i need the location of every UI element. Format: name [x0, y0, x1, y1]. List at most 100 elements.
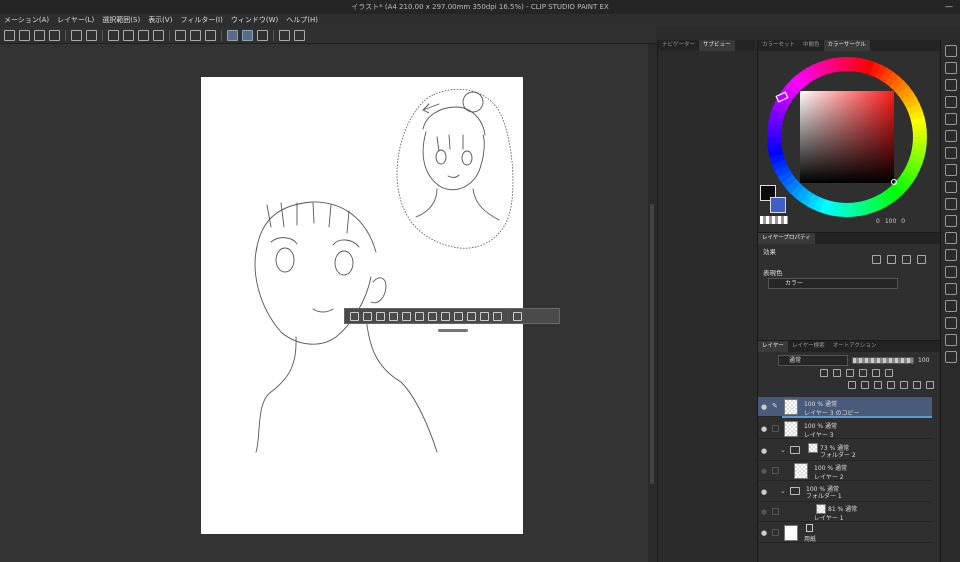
border-effect-icon[interactable] — [872, 255, 881, 264]
image-icon[interactable] — [944, 232, 957, 244]
layer-checkbox[interactable] — [772, 508, 779, 515]
scale-rotate-icon[interactable] — [153, 29, 164, 41]
fill-icon[interactable] — [138, 29, 149, 41]
folder-row-2[interactable]: ● ⌄ 73 % 通常 フォルダー 2 — [758, 441, 932, 461]
clip-layer-icon[interactable] — [846, 369, 854, 377]
layer-checkbox[interactable] — [772, 425, 779, 432]
paper-layer-row[interactable]: ● 用紙 — [758, 523, 932, 543]
chevron-down-icon[interactable]: ⌄ — [780, 446, 786, 454]
layer-row-3-copy[interactable]: ● ✎ 100 % 通常 レイヤー 3 のコピー — [758, 397, 932, 418]
new-tone-icon[interactable] — [493, 311, 502, 321]
layer-lock-icon[interactable] — [820, 369, 828, 377]
new-vector-layer-icon[interactable] — [861, 381, 869, 389]
scale-rotate-icon[interactable] — [467, 311, 476, 321]
menu-layer[interactable]: レイヤー(L) — [53, 14, 98, 27]
cut-icon[interactable] — [441, 311, 450, 321]
companion-icon[interactable] — [294, 29, 305, 41]
tab-subview[interactable]: サブビュー — [699, 40, 735, 51]
snap-special-ruler-icon[interactable] — [242, 29, 253, 41]
invert-icon[interactable] — [376, 311, 385, 321]
launcher-drag-handle[interactable] — [438, 329, 468, 332]
hue-segment[interactable] — [912, 130, 927, 139]
tab-intermediate-color[interactable]: 中間色 — [799, 40, 824, 51]
page-icon[interactable] — [944, 317, 957, 329]
watercolor-edge-icon[interactable] — [887, 255, 896, 264]
layer-row-2[interactable]: ● 100 % 通常 レイヤー 2 — [758, 461, 932, 481]
canvas-vertical-scrollbar[interactable] — [648, 44, 656, 562]
cloud-icon[interactable] — [944, 351, 957, 363]
new-raster-layer-icon[interactable] — [848, 381, 856, 389]
info-icon[interactable] — [944, 164, 957, 176]
export-icon[interactable] — [49, 29, 60, 41]
eye-icon[interactable]: ● — [761, 425, 767, 433]
clear-icon[interactable] — [415, 311, 424, 321]
minimize-button[interactable]: — — [938, 0, 960, 14]
redo-icon[interactable] — [86, 29, 97, 41]
new-folder-icon[interactable] — [874, 381, 882, 389]
menu-help[interactable]: ヘルプ(H) — [282, 14, 322, 27]
hue-segment[interactable] — [767, 135, 782, 144]
palette-icon[interactable] — [944, 181, 957, 193]
folder-icon[interactable] — [944, 198, 957, 210]
deselect-icon[interactable] — [350, 311, 359, 321]
clear-icon[interactable] — [108, 29, 119, 41]
mask-icon[interactable] — [913, 381, 921, 389]
layer-icon[interactable] — [944, 147, 957, 159]
launcher-settings-icon[interactable] — [513, 311, 522, 321]
folder-row-1[interactable]: ● ⌄ 100 % 通常 フォルダー 1 — [758, 482, 932, 502]
fill-icon[interactable] — [480, 311, 489, 321]
tab-auto-action[interactable]: オートアクション — [829, 341, 881, 352]
menu-selection[interactable]: 選択範囲(S) — [98, 14, 144, 27]
tab-layer-property[interactable]: レイヤープロパティ — [758, 233, 815, 244]
chevron-down-icon[interactable]: ⌄ — [780, 487, 786, 495]
tab-color-set[interactable]: カラーセット — [758, 40, 799, 51]
menu-view[interactable]: 表示(V) — [144, 14, 176, 27]
shapes-icon[interactable] — [944, 215, 957, 227]
new-icon[interactable] — [4, 29, 15, 41]
search-icon[interactable] — [944, 113, 957, 125]
clear-outside-icon[interactable] — [428, 311, 437, 321]
deselect-icon[interactable] — [175, 29, 186, 41]
grid-icon[interactable] — [944, 283, 957, 295]
clear-outside-icon[interactable] — [123, 29, 134, 41]
clear-outside-icon[interactable] — [363, 311, 372, 321]
eye-icon[interactable]: ● — [761, 529, 767, 537]
copy-paste-icon[interactable] — [454, 311, 463, 321]
layer-row-3[interactable]: ● 100 % 通常 レイヤー 3 — [758, 419, 932, 439]
camera-icon[interactable] — [944, 266, 957, 278]
timeline-icon[interactable] — [944, 334, 957, 346]
transfer-down-icon[interactable] — [887, 381, 895, 389]
menu-animation[interactable]: メーション(A) — [0, 14, 53, 27]
open-icon[interactable] — [19, 29, 30, 41]
show-selection-icon[interactable] — [205, 29, 216, 41]
canvas-area[interactable] — [0, 44, 648, 562]
transparent-swatch[interactable] — [760, 216, 788, 224]
tool-property-icon[interactable] — [944, 62, 957, 74]
invert-selection-icon[interactable] — [190, 29, 201, 41]
scroll-thumb[interactable] — [650, 204, 654, 484]
save-icon[interactable] — [34, 29, 45, 41]
brush-size-icon[interactable] — [944, 79, 957, 91]
expression-color-select[interactable]: カラー — [768, 278, 898, 289]
tab-layer[interactable]: レイヤー — [758, 341, 788, 352]
tab-layer-search[interactable]: レイヤー検索 — [788, 341, 829, 352]
drawing-page[interactable] — [201, 77, 523, 534]
effect-icon[interactable] — [944, 300, 957, 312]
layer-row-1[interactable]: ● 81 % 通常 レイヤー 1 — [758, 502, 932, 522]
opacity-slider[interactable] — [852, 357, 914, 364]
smartphone-icon[interactable] — [279, 29, 290, 41]
expand-selection-icon[interactable] — [389, 311, 398, 321]
sub-color-swatch[interactable] — [770, 197, 786, 213]
blend-mode-select[interactable]: 通常 — [778, 355, 848, 366]
merge-down-icon[interactable] — [900, 381, 908, 389]
tab-color-wheel[interactable]: カラーサークル — [823, 40, 870, 51]
eye-icon[interactable]: ● — [761, 403, 767, 411]
snap-ruler-icon[interactable] — [227, 29, 238, 41]
reference-layer-icon[interactable] — [859, 369, 867, 377]
layer-mask-icon[interactable] — [885, 369, 893, 377]
snap-grid-icon[interactable] — [257, 29, 268, 41]
history-icon[interactable] — [944, 96, 957, 108]
draft-layer-icon[interactable] — [872, 369, 880, 377]
layer-checkbox[interactable] — [772, 467, 779, 474]
menu-window[interactable]: ウィンドウ(W) — [227, 14, 282, 27]
